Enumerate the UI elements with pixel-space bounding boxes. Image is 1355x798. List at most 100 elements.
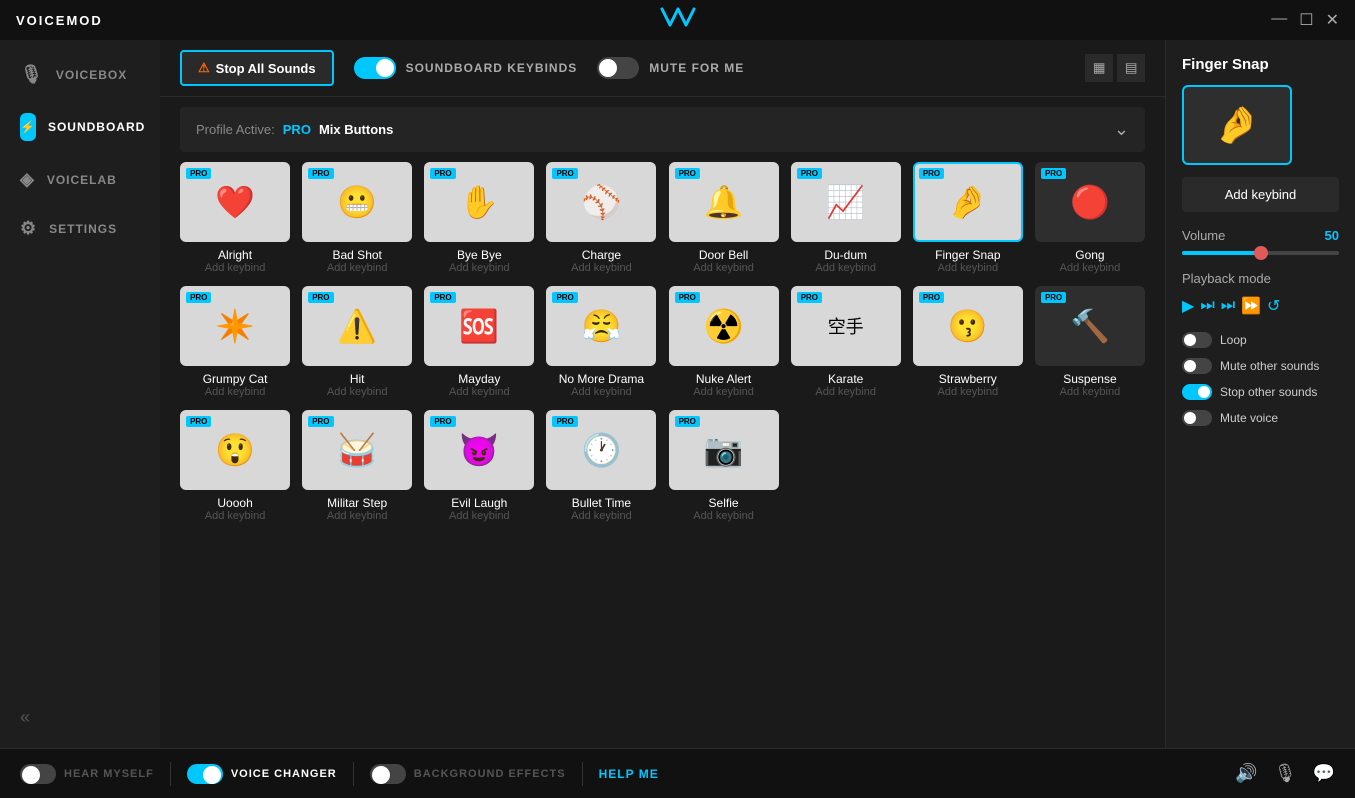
voice-changer-toggle[interactable] bbox=[187, 764, 223, 784]
sound-emoji-karate: 空手 bbox=[828, 313, 864, 339]
sidebar-item-settings[interactable]: ⚙ SETTINGS bbox=[0, 204, 160, 253]
sound-keybind-du-dum[interactable]: Add keybind bbox=[815, 262, 876, 274]
sound-card-uoooh[interactable]: PRO 😲 Uoooh Add keybind bbox=[180, 410, 290, 522]
mute-toggle[interactable] bbox=[597, 57, 639, 79]
sound-keybind-gong[interactable]: Add keybind bbox=[1060, 262, 1121, 274]
pro-badge: PRO bbox=[1041, 168, 1066, 179]
fast-forward-button[interactable]: ⏩ bbox=[1241, 296, 1261, 316]
profile-label: Profile Active: bbox=[196, 122, 275, 137]
sound-card-du-dum[interactable]: PRO 📈 Du-dum Add keybind bbox=[791, 162, 901, 274]
help-link[interactable]: HELP ME bbox=[599, 767, 659, 781]
sound-emoji-bye-bye: ✋ bbox=[459, 183, 499, 221]
sound-keybind-suspense[interactable]: Add keybind bbox=[1060, 386, 1121, 398]
sound-keybind-charge[interactable]: Add keybind bbox=[571, 262, 632, 274]
pro-badge: PRO bbox=[308, 292, 333, 303]
sound-keybind-uoooh[interactable]: Add keybind bbox=[205, 510, 266, 522]
pro-badge: PRO bbox=[919, 292, 944, 303]
sound-keybind-grumpy-cat[interactable]: Add keybind bbox=[205, 386, 266, 398]
sound-keybind-mayday[interactable]: Add keybind bbox=[449, 386, 510, 398]
add-keybind-button[interactable]: Add keybind bbox=[1182, 177, 1339, 212]
sound-name-evil-laugh: Evil Laugh bbox=[451, 496, 507, 510]
sound-card-bad-shot[interactable]: PRO 😬 Bad Shot Add keybind bbox=[302, 162, 412, 274]
hear-myself-toggle[interactable] bbox=[20, 764, 56, 784]
sidebar: 🎙 VOICEBOX ⚡ SOUNDBOARD ◈ VOICELAB ⚙ SET… bbox=[0, 40, 160, 748]
sound-keybind-alright[interactable]: Add keybind bbox=[205, 262, 266, 274]
sound-keybind-evil-laugh[interactable]: Add keybind bbox=[449, 510, 510, 522]
profile-bar[interactable]: Profile Active: PRO Mix Buttons ⌄ bbox=[180, 107, 1145, 152]
sound-card-evil-laugh[interactable]: PRO 😈 Evil Laugh Add keybind bbox=[424, 410, 534, 522]
sound-card-grumpy-cat[interactable]: PRO ✴️ Grumpy Cat Add keybind bbox=[180, 286, 290, 398]
list-view-button[interactable]: ▤ bbox=[1117, 54, 1145, 82]
hear-myself-group: HEAR MYSELF bbox=[20, 764, 154, 784]
sound-keybind-bullet-time[interactable]: Add keybind bbox=[571, 510, 632, 522]
sound-name-mayday: Mayday bbox=[458, 372, 500, 386]
sound-card-suspense[interactable]: PRO 🔨 Suspense Add keybind bbox=[1035, 286, 1145, 398]
sound-card-alright[interactable]: PRO ❤️ Alright Add keybind bbox=[180, 162, 290, 274]
volume-icon[interactable]: 🔊 bbox=[1235, 763, 1257, 784]
volume-slider[interactable] bbox=[1182, 251, 1339, 255]
sound-keybind-nuke-alert[interactable]: Add keybind bbox=[693, 386, 754, 398]
option-label-mute-voice: Mute voice bbox=[1220, 411, 1278, 425]
app-title: VOICEMOD bbox=[16, 13, 103, 28]
sound-keybind-selfie[interactable]: Add keybind bbox=[693, 510, 754, 522]
sound-keybind-finger-snap[interactable]: Add keybind bbox=[938, 262, 999, 274]
stop-all-button[interactable]: ⚠ Stop All Sounds bbox=[180, 50, 334, 86]
sound-card-gong[interactable]: PRO 🔴 Gong Add keybind bbox=[1035, 162, 1145, 274]
sound-card-strawberry[interactable]: PRO 😗 Strawberry Add keybind bbox=[913, 286, 1023, 398]
sound-keybind-door-bell[interactable]: Add keybind bbox=[693, 262, 754, 274]
sound-card-miltar-step[interactable]: PRO 🥁 Militar Step Add keybind bbox=[302, 410, 412, 522]
sound-card-karate[interactable]: PRO 空手 Karate Add keybind bbox=[791, 286, 901, 398]
sound-card-charge[interactable]: PRO ⚾ Charge Add keybind bbox=[546, 162, 656, 274]
sound-card-mayday[interactable]: PRO 🆘 Mayday Add keybind bbox=[424, 286, 534, 398]
option-toggle-mute-other[interactable] bbox=[1182, 358, 1212, 374]
sound-keybind-hit[interactable]: Add keybind bbox=[327, 386, 388, 398]
sound-card-nuke-alert[interactable]: PRO ☢️ Nuke Alert Add keybind bbox=[669, 286, 779, 398]
option-toggle-mute-voice[interactable] bbox=[1182, 410, 1212, 426]
sound-card-finger-snap[interactable]: PRO 🤌 Finger Snap Add keybind bbox=[913, 162, 1023, 274]
bottom-icons: 🔊 🎙 💬 bbox=[1235, 763, 1335, 784]
microphone-bottom-icon[interactable]: 🎙 bbox=[1274, 763, 1297, 784]
sound-name-charge: Charge bbox=[582, 248, 621, 262]
sound-emoji-nuke-alert: ☢️ bbox=[704, 307, 744, 345]
loop-playback-button[interactable]: ↺ bbox=[1267, 296, 1280, 316]
sound-card-hit[interactable]: PRO ⚠️ Hit Add keybind bbox=[302, 286, 412, 398]
sound-card-bullet-time[interactable]: PRO 🕐 Bullet Time Add keybind bbox=[546, 410, 656, 522]
step-button[interactable]: ⏭ bbox=[1221, 297, 1235, 315]
next-button[interactable]: ⏭ bbox=[1200, 297, 1214, 315]
playback-controls: ▶ ⏭ ⏭ ⏩ ↺ bbox=[1182, 296, 1339, 316]
bottom-bar: HEAR MYSELF VOICE CHANGER BACKGROUND EFF… bbox=[0, 748, 1355, 798]
sound-keybind-bye-bye[interactable]: Add keybind bbox=[449, 262, 510, 274]
grid-view-button[interactable]: ▦ bbox=[1085, 54, 1113, 82]
pro-badge: PRO bbox=[919, 168, 944, 179]
sound-emoji-selfie: 📷 bbox=[704, 431, 744, 469]
titlebar: VOICEMOD — ☐ ✕ bbox=[0, 0, 1355, 40]
volume-value: 50 bbox=[1325, 228, 1339, 243]
background-effects-toggle[interactable] bbox=[370, 764, 406, 784]
maximize-button[interactable]: ☐ bbox=[1299, 10, 1313, 30]
app-logo bbox=[658, 5, 698, 35]
sidebar-item-soundboard[interactable]: ⚡ SOUNDBOARD bbox=[0, 99, 160, 155]
sound-keybind-karate[interactable]: Add keybind bbox=[815, 386, 876, 398]
sound-keybind-miltar-step[interactable]: Add keybind bbox=[327, 510, 388, 522]
sidebar-item-voicebox[interactable]: 🎙 VOICEBOX bbox=[0, 50, 160, 99]
sidebar-item-voicelab[interactable]: ◈ VOICELAB bbox=[0, 155, 160, 204]
sidebar-label-soundboard: SOUNDBOARD bbox=[48, 120, 145, 134]
option-toggle-stop-other[interactable] bbox=[1182, 384, 1212, 400]
option-label-mute-other: Mute other sounds bbox=[1220, 359, 1319, 373]
sound-keybind-no-more-drama[interactable]: Add keybind bbox=[571, 386, 632, 398]
chat-icon[interactable]: 💬 bbox=[1313, 763, 1335, 784]
sound-card-door-bell[interactable]: PRO 🔔 Door Bell Add keybind bbox=[669, 162, 779, 274]
close-button[interactable]: ✕ bbox=[1326, 10, 1339, 30]
sound-card-no-more-drama[interactable]: PRO 😤 No More Drama Add keybind bbox=[546, 286, 656, 398]
sound-keybind-strawberry[interactable]: Add keybind bbox=[938, 386, 999, 398]
sound-emoji-charge: ⚾ bbox=[582, 183, 622, 221]
sidebar-collapse-button[interactable]: « bbox=[0, 687, 160, 748]
keybinds-toggle[interactable] bbox=[354, 57, 396, 79]
sound-card-bye-bye[interactable]: PRO ✋ Bye Bye Add keybind bbox=[424, 162, 534, 274]
minimize-button[interactable]: — bbox=[1271, 10, 1287, 30]
sound-keybind-bad-shot[interactable]: Add keybind bbox=[327, 262, 388, 274]
sound-card-selfie[interactable]: PRO 📷 Selfie Add keybind bbox=[669, 410, 779, 522]
play-button[interactable]: ▶ bbox=[1182, 296, 1194, 316]
option-toggle-loop[interactable] bbox=[1182, 332, 1212, 348]
sidebar-label-voicebox: VOICEBOX bbox=[56, 68, 127, 82]
